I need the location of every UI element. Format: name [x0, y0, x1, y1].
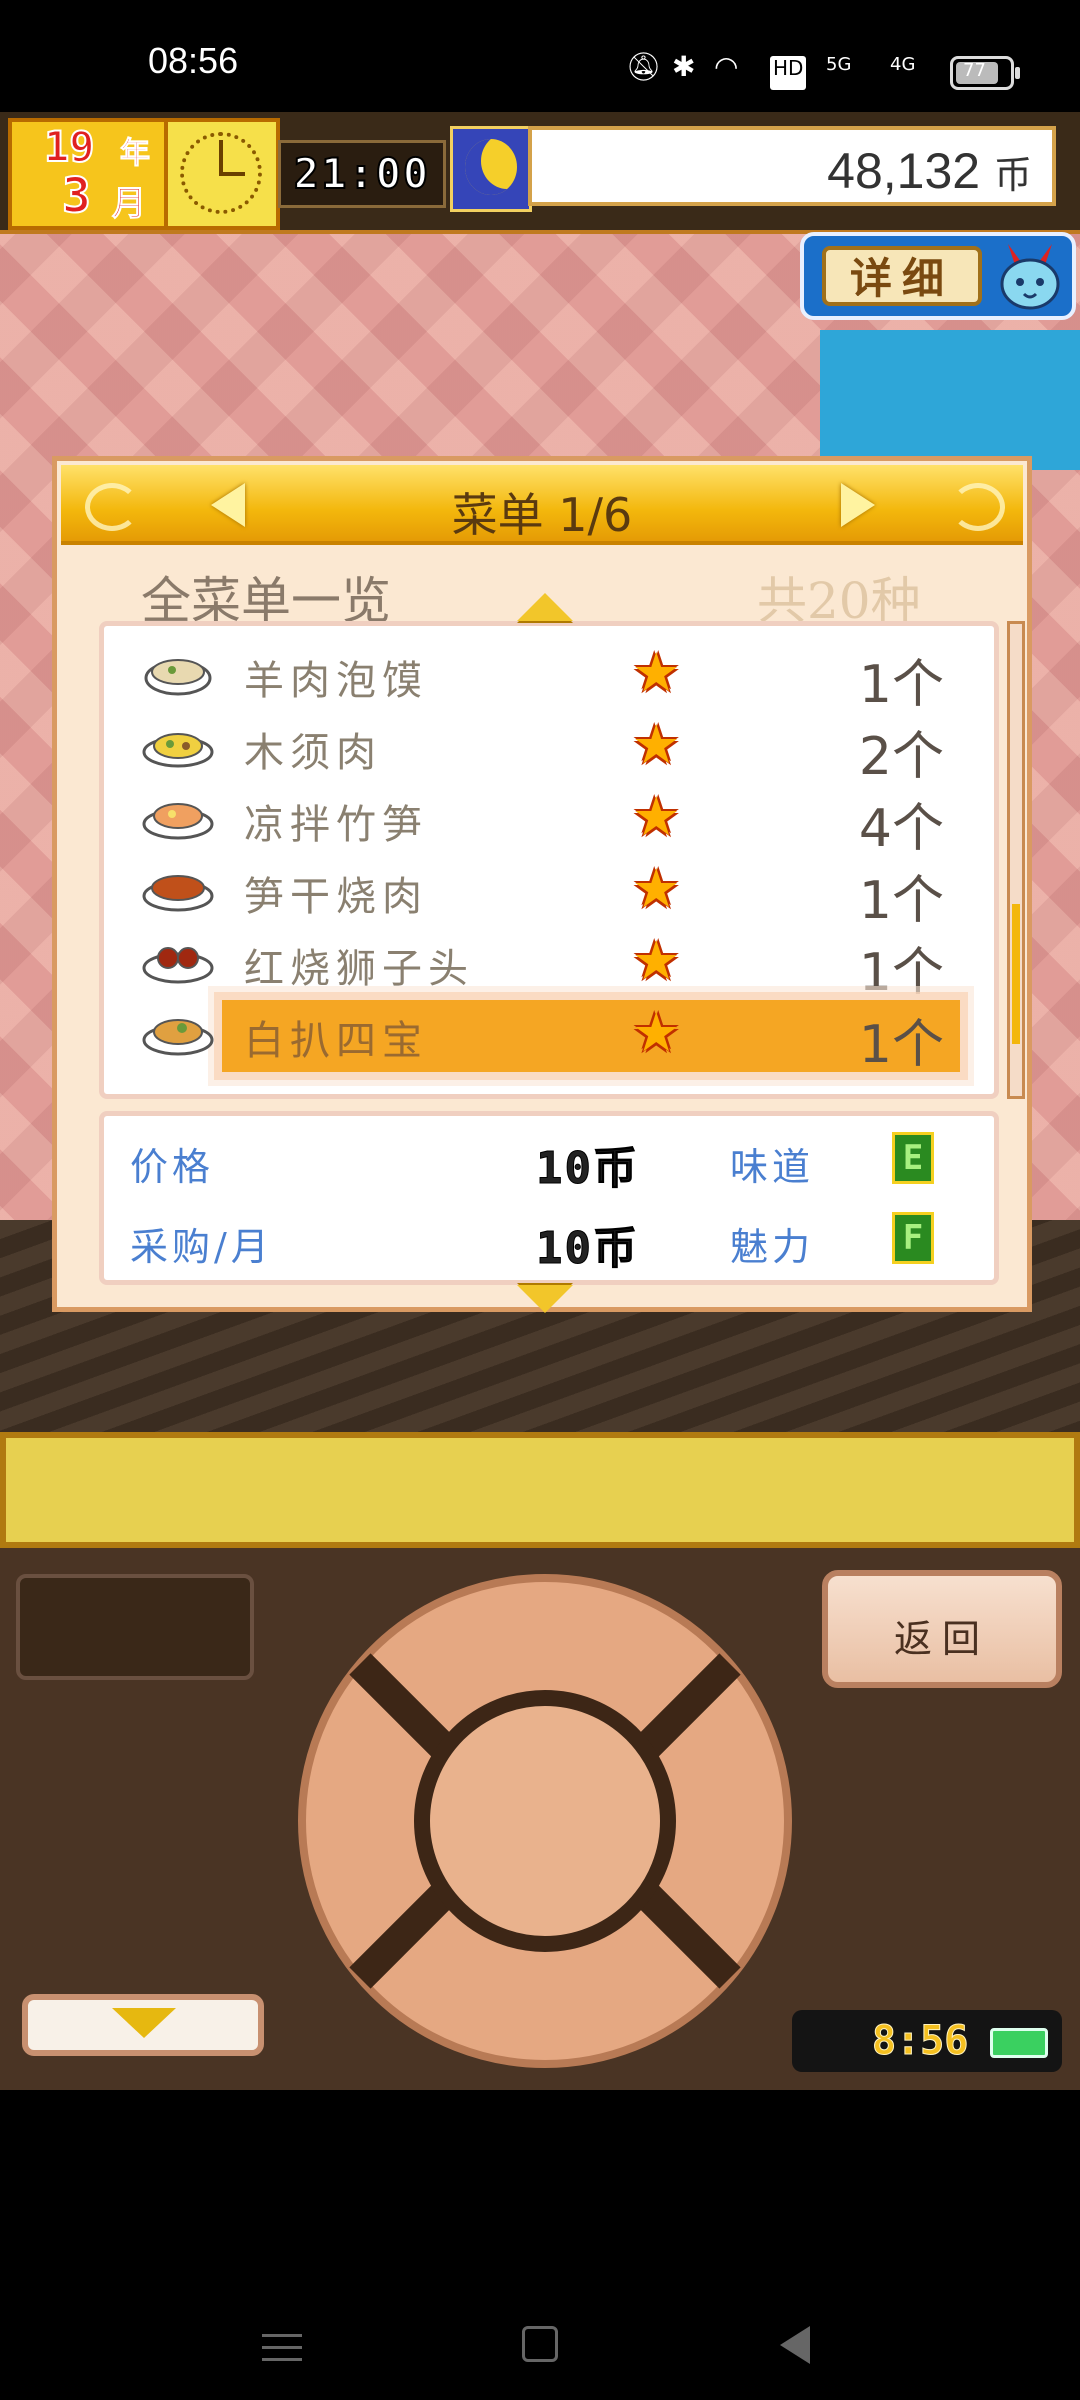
charm-grade: F [892, 1212, 934, 1264]
dish-name: 红烧狮子头 [244, 946, 474, 992]
month-label: 月 [112, 184, 147, 225]
message-bar [0, 1432, 1080, 1548]
list-item[interactable]: 红烧狮子头 ★ 1个 [104, 926, 994, 1003]
star-icon: ★ [632, 785, 681, 848]
mute-icon: 🔕︎ [626, 50, 662, 83]
dish-icon [142, 1019, 214, 1056]
empty-slot [16, 1574, 254, 1680]
taste-label: 味道 [730, 1145, 815, 1189]
water-area [820, 330, 1080, 470]
back-nav-button[interactable] [780, 2326, 810, 2364]
charm-label: 魅力 [730, 1225, 815, 1269]
currency-label: 币 [993, 155, 1032, 197]
menu-title: 菜单 1/6 [451, 488, 633, 542]
chevron-down-icon [112, 2008, 176, 2038]
list-scrollbar[interactable] [1007, 621, 1025, 1099]
hd-icon: HD [770, 56, 807, 90]
dish-quantity: 1个 [858, 1015, 944, 1075]
dpad-center-button[interactable] [414, 1690, 676, 1952]
money-display: 48,132 币 [528, 126, 1056, 206]
list-item[interactable]: 凉拌竹笋 ★ 4个 [104, 782, 994, 859]
dish-name: 白扒四宝 [244, 1018, 428, 1064]
dish-name: 羊肉泡馍 [244, 658, 428, 704]
purchase-label: 采购/月 [130, 1225, 273, 1269]
menu-panel: 菜单 1/6 全菜单一览 共20种 羊肉泡馍 ★ 1个 木须肉 ★ 2个 凉拌竹… [52, 456, 1032, 1313]
dish-name: 木须肉 [244, 730, 382, 776]
battery-icon [990, 2028, 1048, 2058]
navigation-bar [0, 2090, 1080, 2400]
year-label: 年 [120, 136, 151, 172]
signal-4g-icon: 4G [890, 54, 916, 75]
bluetooth-icon: ✱ [672, 50, 696, 83]
dish-quantity: 1个 [858, 871, 944, 931]
battery-level: 77 [963, 60, 986, 81]
date-display: 19 年 3 月 [8, 118, 168, 230]
dpad[interactable] [298, 1574, 792, 2068]
dish-name: 笋干烧肉 [244, 874, 428, 920]
year-value: 19 [43, 121, 96, 172]
device-clock-time: 8:56 [871, 2018, 969, 2065]
moon-icon [450, 126, 532, 212]
back-button[interactable]: 返回 [822, 1570, 1062, 1688]
dish-name: 凉拌竹笋 [244, 802, 428, 848]
menu-icon[interactable] [262, 2330, 302, 2366]
list-item[interactable]: 羊肉泡馍 ★ 1个 [104, 638, 994, 715]
status-time: 08:56 [148, 40, 239, 81]
wifi-icon: ◠ [714, 50, 739, 83]
dish-quantity: 2个 [858, 727, 944, 787]
list-item[interactable]: 笋干烧肉 ★ 1个 [104, 854, 994, 931]
list-item[interactable]: 木须肉 ★ 2个 [104, 710, 994, 787]
menu-header: 菜单 1/6 [61, 465, 1023, 545]
star-icon: ★ [632, 929, 681, 992]
dish-info: 价格 10币 味道 E 采购/月 10币 魅力 F [99, 1111, 999, 1285]
dish-list: 羊肉泡馍 ★ 1个 木须肉 ★ 2个 凉拌竹笋 ★ 4个 笋干烧肉 ★ 1个 红… [99, 621, 999, 1099]
game-time: 21:00 [293, 148, 431, 199]
star-icon: ★ [632, 1001, 681, 1064]
back-label: 返回 [893, 1617, 990, 1661]
dish-quantity: 1个 [858, 655, 944, 715]
money-value: 48,132 [827, 143, 981, 199]
rabbit-mascot-icon [1000, 244, 1060, 310]
dish-quantity: 4个 [858, 799, 944, 859]
next-page-button[interactable] [841, 483, 875, 527]
dish-icon [142, 947, 214, 984]
device-clock: 8:56 [792, 2010, 1062, 2072]
month-value: 3 [61, 167, 92, 225]
star-icon: ★ [632, 857, 681, 920]
star-icon: ★ [632, 641, 681, 704]
price-value: 10币 [536, 1143, 639, 1195]
signal-5g-icon: 5G [826, 54, 852, 75]
detail-label: 详细 [822, 246, 982, 306]
menu-toggle-button[interactable] [22, 1994, 264, 2056]
dish-quantity: 1个 [858, 943, 944, 1003]
game-time-display: 21:00 [278, 140, 446, 208]
scroll-up-button[interactable] [517, 593, 573, 621]
clock-icon [164, 118, 280, 230]
dish-icon [144, 659, 212, 696]
dish-icon [142, 875, 214, 912]
taste-grade: E [892, 1132, 934, 1184]
dish-icon [142, 733, 214, 768]
purchase-value: 10币 [536, 1223, 639, 1275]
battery-icon: 77 [950, 56, 1020, 90]
detail-button[interactable]: 详细 [800, 232, 1076, 320]
scrollbar-thumb[interactable] [1012, 904, 1020, 1044]
list-item-selected[interactable]: 白扒四宝 ★ 1个 [104, 998, 994, 1075]
controller-area: 返回 8:56 [0, 1548, 1080, 2090]
home-button[interactable] [522, 2326, 558, 2362]
star-icon: ★ [632, 713, 681, 776]
price-label: 价格 [130, 1145, 215, 1189]
dish-icon [142, 803, 214, 840]
scroll-down-button[interactable] [517, 1285, 573, 1313]
